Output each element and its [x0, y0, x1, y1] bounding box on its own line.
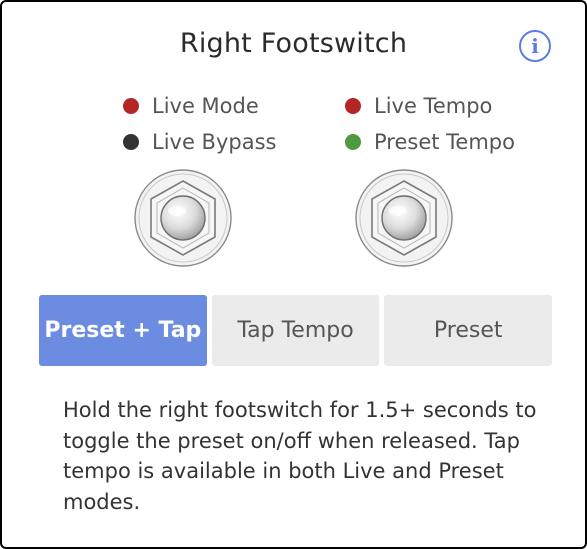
legend-right: Live Tempo Preset Tempo — [345, 88, 515, 160]
right-footswitch-panel: Right Footswitch i Live Mode Live Bypass… — [0, 0, 587, 549]
mode-selector: Preset + Tap Tap Tempo Preset — [39, 295, 553, 366]
mode-preset-button[interactable]: Preset — [384, 295, 553, 366]
footswitch-icon — [355, 169, 453, 267]
legend-item-preset-tempo: Preset Tempo — [345, 124, 515, 160]
legend-item-live-tempo: Live Tempo — [345, 88, 515, 124]
footswitch-icon — [134, 169, 232, 267]
legend-left: Live Mode Live Bypass — [123, 88, 276, 160]
legend-item-live-mode: Live Mode — [123, 88, 276, 124]
status-dot — [123, 98, 139, 114]
mode-tap-tempo-button[interactable]: Tap Tempo — [211, 295, 380, 366]
mode-preset-tap-button[interactable]: Preset + Tap — [39, 295, 207, 366]
status-dot — [345, 98, 361, 114]
panel-title: Right Footswitch — [179, 28, 408, 59]
legend-label: Live Tempo — [374, 94, 493, 118]
status-dot — [345, 134, 361, 150]
mode-description: Hold the right footswitch for 1.5+ secon… — [63, 398, 537, 514]
legend-label: Preset Tempo — [374, 130, 515, 154]
status-dot — [123, 134, 139, 150]
legend-item-live-bypass: Live Bypass — [123, 124, 276, 160]
info-icon[interactable]: i — [519, 30, 551, 62]
legend-label: Live Bypass — [152, 130, 277, 154]
legend-label: Live Mode — [152, 94, 259, 118]
